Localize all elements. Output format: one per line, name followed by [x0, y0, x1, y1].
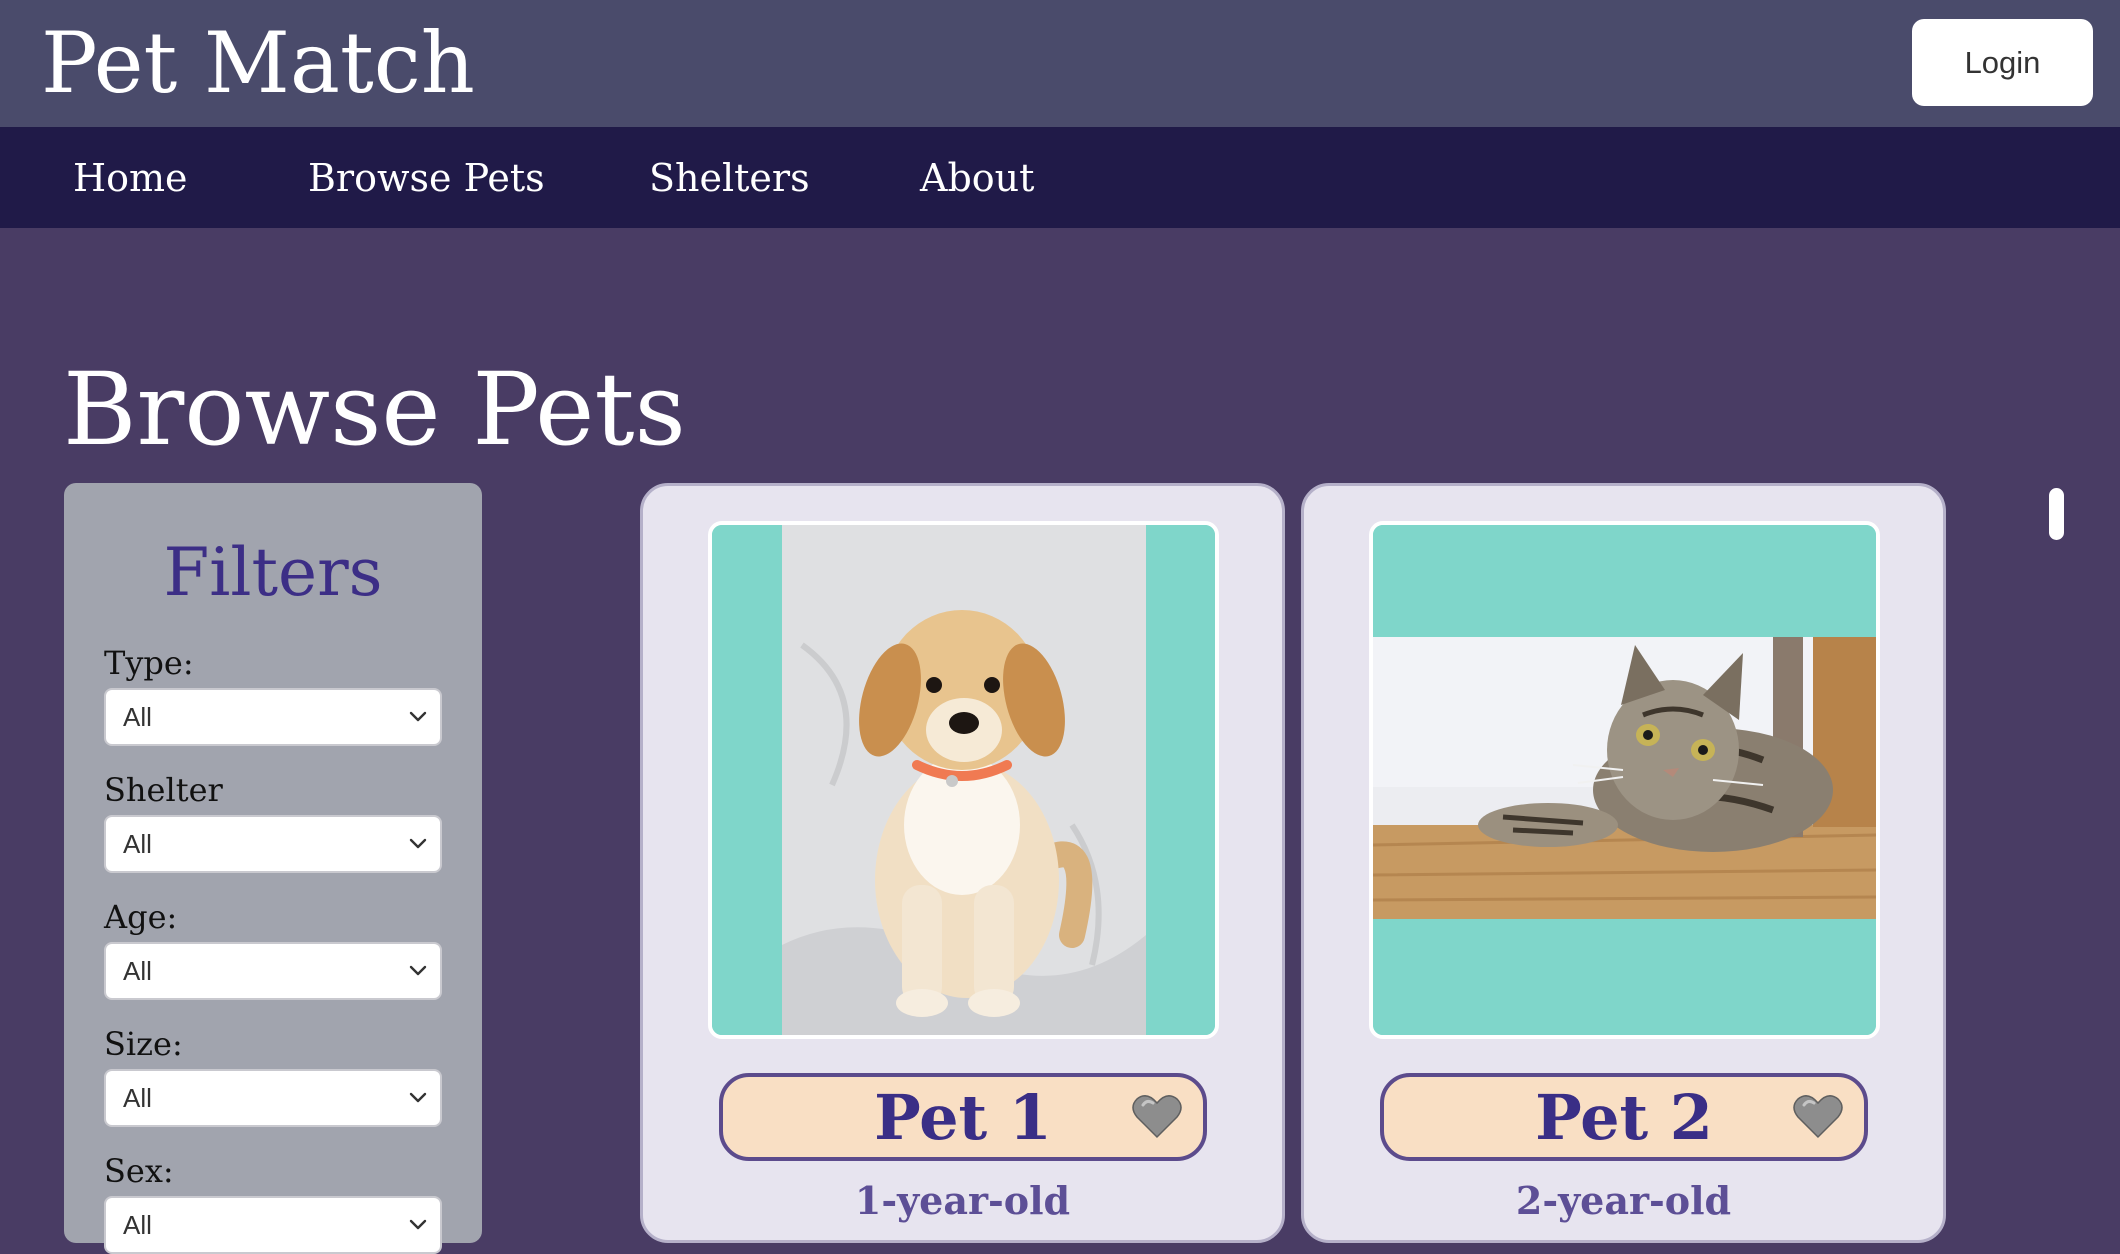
nav-item-about[interactable]: About — [920, 127, 1034, 228]
chevron-down-icon — [409, 838, 427, 849]
chevron-down-icon — [409, 711, 427, 722]
filter-size-value: All — [123, 1082, 152, 1113]
heart-icon[interactable] — [1131, 1091, 1183, 1141]
puppy-photo — [712, 525, 1215, 1035]
page-title: Browse Pets — [63, 351, 686, 468]
filter-age-label: Age: — [104, 898, 178, 936]
cat-photo — [1373, 525, 1876, 1035]
filter-type-value: All — [123, 701, 152, 732]
pet-photo[interactable] — [708, 521, 1219, 1039]
top-header: Pet Match Login — [0, 0, 2120, 127]
filter-sex-value: All — [123, 1209, 152, 1240]
pet-age: 1-year-old — [854, 1178, 1071, 1223]
filter-shelter-value: All — [123, 828, 152, 859]
scrollbar-thumb[interactable] — [2049, 488, 2064, 540]
pet-card[interactable]: Pet 1 1-year-old — [640, 483, 1285, 1243]
filter-type-label: Type: — [104, 644, 194, 682]
chevron-down-icon — [409, 965, 427, 976]
heart-icon[interactable] — [1792, 1091, 1844, 1141]
filter-age-value: All — [123, 955, 152, 986]
pet-card[interactable]: Pet 2 2-year-old — [1301, 483, 1946, 1243]
filters-panel: Filters Type: All Shelter All Age: All S… — [64, 483, 482, 1254]
filter-shelter-label: Shelter — [104, 771, 223, 809]
pet-photo[interactable] — [1369, 521, 1880, 1039]
filter-sex-label: Sex: — [104, 1152, 174, 1190]
nav-item-browse-pets[interactable]: Browse Pets — [308, 127, 545, 228]
filter-age-select[interactable]: All — [104, 942, 442, 1000]
filter-size-label: Size: — [104, 1025, 183, 1063]
filter-size-select[interactable]: All — [104, 1069, 442, 1127]
chevron-down-icon — [409, 1092, 427, 1103]
nav-item-shelters[interactable]: Shelters — [649, 127, 810, 228]
filter-sex-select[interactable]: All — [104, 1196, 442, 1254]
filter-type-select[interactable]: All — [104, 688, 442, 746]
main-nav: Home Browse Pets Shelters About — [0, 127, 2120, 228]
login-button[interactable]: Login — [1912, 19, 2093, 106]
pet-age: 2-year-old — [1515, 1178, 1732, 1223]
brand-logo[interactable]: Pet Match — [41, 8, 475, 118]
nav-item-home[interactable]: Home — [73, 127, 188, 228]
filters-title: Filters — [163, 534, 383, 611]
filter-shelter-select[interactable]: All — [104, 815, 442, 873]
chevron-down-icon — [409, 1219, 427, 1230]
pet-name-pill: Pet 2 — [1380, 1073, 1868, 1161]
pet-name-pill: Pet 1 — [719, 1073, 1207, 1161]
